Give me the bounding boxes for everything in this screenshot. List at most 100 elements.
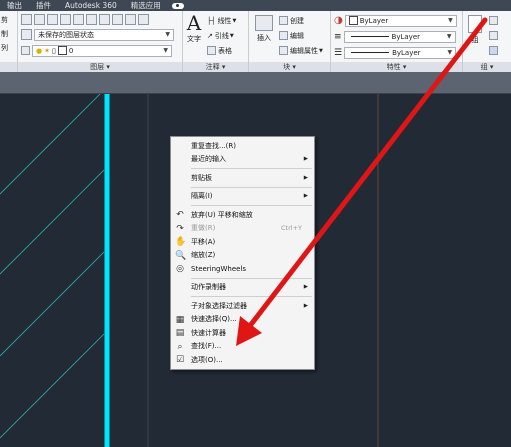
linetype-list-icon: ☰ (334, 47, 343, 58)
lineweight-combo[interactable]: ByLayer ▼ (343, 30, 456, 43)
layer-tool-icon-4[interactable] (73, 14, 84, 25)
linear-dimension-button[interactable]: ├┤ 线性 ▼ (207, 14, 236, 27)
groups-panel-title[interactable]: 组 ▾ (463, 62, 511, 72)
table-button[interactable]: 表格 (207, 44, 232, 57)
text-button[interactable]: A 文字 (184, 12, 204, 44)
tab-plugins[interactable]: 插件 (29, 0, 58, 11)
insert-block-icon (255, 15, 273, 31)
context-menu-item[interactable]: ↷ 重做(R) Ctrl+Y (171, 222, 314, 236)
menu-separator (191, 186, 312, 188)
group-button[interactable]: 组 (465, 15, 485, 45)
insert-label: 插入 (257, 34, 271, 42)
layer-color-swatch (57, 46, 67, 55)
block-panel-title[interactable]: 块 ▾ (249, 62, 330, 72)
edit-attributes-label: 编辑属性 (290, 46, 318, 55)
quick-select-icon: ▦ (175, 314, 185, 325)
context-menu-item[interactable]: 动作录制器 ▶ (171, 281, 314, 295)
stub-label-2[interactable]: 制 (1, 29, 8, 39)
panel-layers: 未保存的图层状态 ▼ ● ✶ ▯ 0 ▼ 图层 ▾ (18, 11, 183, 72)
group-select-icon[interactable] (489, 46, 498, 55)
context-menu-item[interactable]: ⌕ 查找(F)... (171, 340, 314, 354)
context-menu-item[interactable]: ▦ 快速选择(Q)... (171, 313, 314, 327)
layer-combo-value: 0 (68, 46, 74, 55)
layer-tool-icon-2[interactable] (47, 14, 58, 25)
context-menu-item[interactable]: ☑ 选项(O)... (171, 353, 314, 367)
leader-button[interactable]: ↗ 引线 ▼ (207, 29, 234, 42)
context-menu-item-label: 放弃(U) 平移和缩放 (191, 210, 253, 219)
layer-combo[interactable]: ● ✶ ▯ 0 ▼ (32, 44, 172, 57)
context-menu-item[interactable]: 重复查找...(R) (171, 139, 314, 153)
edit-attributes-icon (279, 46, 288, 55)
linetype-line-icon (351, 52, 390, 53)
context-menu-item-label: 子对象选择过滤器 (191, 301, 247, 310)
menu-separator (191, 168, 312, 169)
context-menu: 重复查找...(R) 最近的输入 ▶ 剪贴板 ▶ 隔离(I) ▶ ↶ 放弃(U) 平移和缩放 ↷ 重… (170, 136, 315, 370)
layer-properties-icon[interactable] (21, 14, 32, 25)
annotation-panel-title[interactable]: 注释 ▾ (183, 62, 248, 72)
insert-button[interactable]: 插入 (251, 15, 277, 43)
unlock-icon: ▯ (51, 46, 56, 55)
text-icon: A (186, 11, 202, 35)
create-block-button[interactable]: 创建 (279, 14, 304, 27)
menu-separator (191, 277, 312, 279)
context-menu-item[interactable]: ▤ 快速计算器 (171, 326, 314, 340)
panel-block: 插入 创建 编辑 编辑属性 ▼ 块 ▾ (249, 11, 331, 72)
create-label: 创建 (290, 16, 304, 25)
chevron-down-icon: ▼ (163, 47, 168, 54)
layer-tool-icon-5[interactable] (86, 14, 97, 25)
submenu-arrow-icon: ▶ (303, 302, 308, 309)
context-menu-item[interactable]: 🔍 缩放(Z) (171, 249, 314, 263)
tab-output[interactable]: 输出 (0, 0, 29, 11)
text-button-label: 文字 (187, 35, 201, 43)
context-menu-item[interactable]: 隔离(I) ▶ (171, 190, 314, 204)
context-menu-item[interactable]: 子对象选择过滤器 ▶ (171, 299, 314, 313)
group-edit-icon[interactable] (489, 31, 498, 40)
undo-icon: ↶ (176, 210, 184, 220)
layer-tool-icon-1[interactable] (34, 14, 45, 25)
context-menu-item[interactable]: ◎ SteeringWheels (171, 262, 314, 276)
stub-label-1[interactable]: 剪 (1, 15, 8, 25)
layer-state-icon (21, 29, 32, 40)
properties-panel-title[interactable]: 特性 ▾ (331, 62, 462, 72)
linetype-combo[interactable]: ByLayer ▼ (344, 46, 457, 59)
color-combo[interactable]: ByLayer ▼ (344, 14, 457, 27)
layer-tool-icon-7[interactable] (112, 14, 123, 25)
context-menu-item[interactable]: 剪贴板 ▶ (171, 171, 314, 185)
create-block-icon (279, 16, 288, 25)
context-menu-item[interactable]: 最近的输入 ▶ (171, 153, 314, 167)
context-menu-item-label: SteeringWheels (191, 264, 247, 273)
layers-panel-title[interactable]: 图层 ▾ (18, 62, 182, 72)
linetype-icon: ≡ (334, 31, 342, 42)
submenu-arrow-icon: ▶ (303, 193, 308, 200)
panel-annotation: A 文字 ├┤ 线性 ▼ ↗ 引线 ▼ 表格 注释 ▾ (183, 11, 249, 72)
menu-separator (191, 296, 312, 297)
color-value: ByLayer (359, 16, 389, 25)
chevron-down-icon: ▼ (319, 47, 323, 54)
ungroup-icon[interactable] (489, 16, 498, 25)
group-label: 组 (471, 36, 479, 44)
linear-dimension-icon: ├┤ (207, 16, 216, 25)
ribbon-toggle-icon[interactable] (171, 2, 184, 9)
layer-state-combo[interactable]: 未保存的图层状态 ▼ (34, 28, 174, 41)
chevron-down-icon: ▼ (229, 32, 234, 39)
layer-tool-icon-6[interactable] (99, 14, 110, 25)
layer-tool-icon-9[interactable] (138, 14, 149, 25)
calculator-icon: ▤ (175, 328, 185, 338)
submenu-arrow-icon: ▶ (303, 156, 308, 163)
context-menu-item-label: 缩放(Z) (191, 251, 216, 260)
edit-block-button[interactable]: 编辑 (279, 29, 304, 42)
layer-tool-icon-8[interactable] (125, 14, 136, 25)
context-menu-item[interactable]: ✋ 平移(A) (171, 235, 314, 249)
tab-featured-apps[interactable]: 精选应用 (124, 0, 168, 11)
find-icon: ⌕ (177, 341, 183, 352)
layer-tool-icon-10[interactable] (21, 46, 30, 55)
tab-autodesk-360[interactable]: Autodesk 360 (58, 0, 124, 11)
ribbon: 剪 制 列 未保存的图层状态 ▼ ● ✶ ▯ 0 ▼ 图层 ▾ A 文字 ├┤ … (0, 11, 511, 72)
edit-attributes-button[interactable]: 编辑属性 ▼ (279, 44, 323, 57)
stub-label-3[interactable]: 列 (1, 43, 8, 53)
layer-tool-icon-3[interactable] (60, 14, 71, 25)
context-menu-item[interactable]: ↶ 放弃(U) 平移和缩放 (171, 208, 314, 222)
leader-icon: ↗ (207, 31, 213, 40)
match-properties-icon[interactable]: ◑ (334, 15, 343, 26)
context-menu-item-label: 重复查找...(R) (191, 141, 237, 150)
